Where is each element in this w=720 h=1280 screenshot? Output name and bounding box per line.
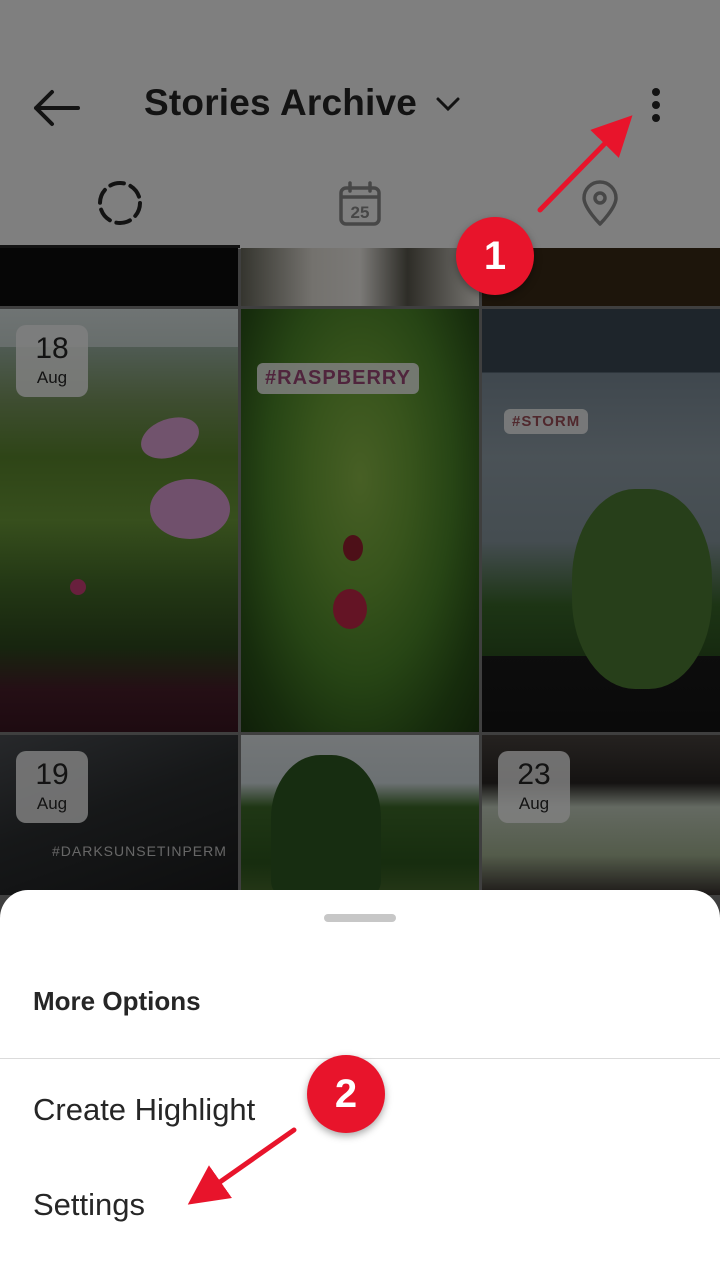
annotation-marker-2: 2 [307,1055,385,1133]
annotation-marker-1: 1 [456,217,534,295]
settings-option[interactable]: Settings [33,1187,145,1223]
sheet-drag-handle[interactable] [324,914,396,922]
sheet-title: More Options [33,986,201,1016]
create-highlight-option[interactable]: Create Highlight [33,1092,255,1128]
screen: Stories Archive 25 [0,0,720,1280]
